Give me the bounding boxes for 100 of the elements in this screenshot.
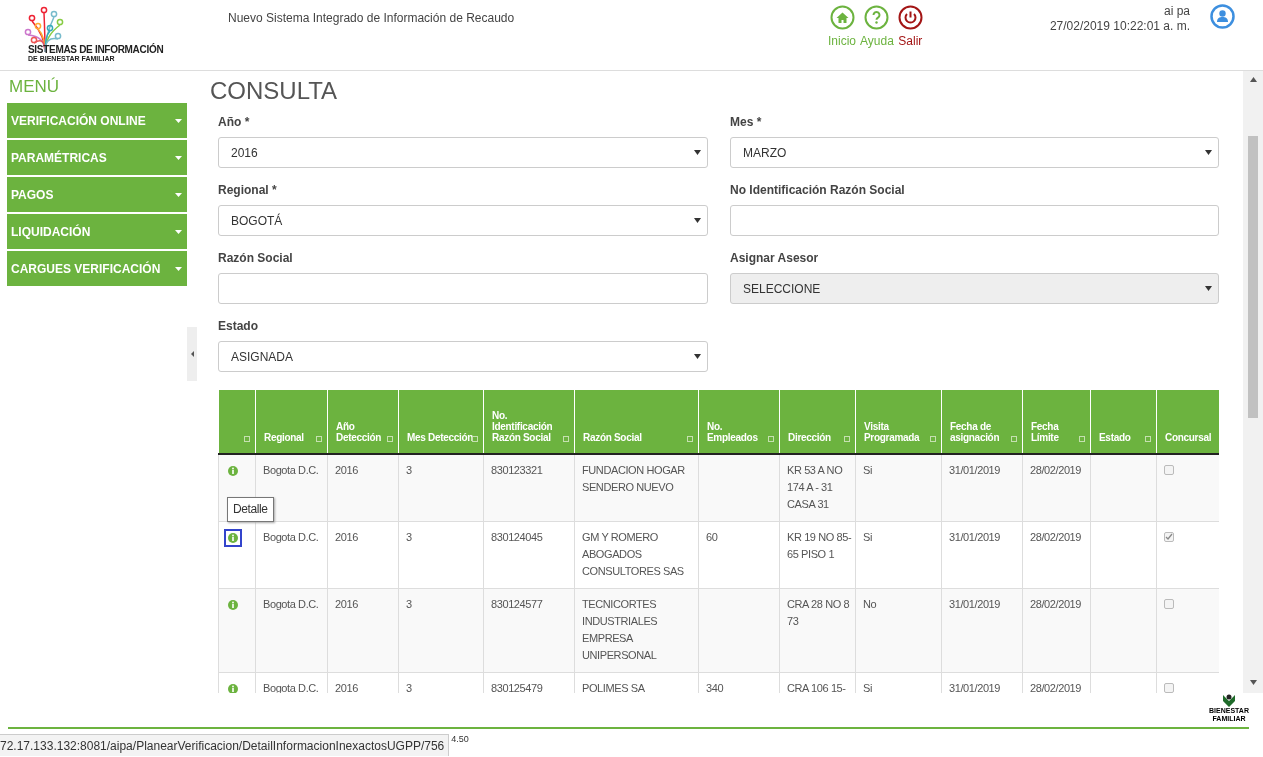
footer-text: 4.50 (451, 734, 469, 744)
table-cell: 830124577 (491, 598, 543, 610)
column-header[interactable]: Concursal (1156, 390, 1219, 454)
select-field[interactable]: MARZO (730, 137, 1219, 168)
select-field[interactable]: ASIGNADA (218, 341, 708, 372)
sort-icon[interactable] (768, 436, 774, 442)
table-cell: CRA 28 NO 8 73 (787, 598, 850, 627)
scroll-up-icon[interactable] (1249, 77, 1257, 82)
scroll-thumb[interactable] (1248, 136, 1258, 418)
caret-icon (1205, 150, 1212, 155)
user-avatar-icon[interactable] (1210, 4, 1235, 29)
column-header[interactable]: Regional (255, 390, 328, 454)
table-cell: 830124045 (491, 531, 543, 543)
menu-heading: MENÚ (8, 76, 61, 98)
nav-link[interactable]: Inicio (828, 5, 856, 48)
sort-icon[interactable] (1079, 436, 1085, 442)
nav-link[interactable]: Salir (897, 5, 923, 48)
field-label: Mes * (730, 115, 763, 129)
nav-link[interactable]: Ayuda (860, 5, 894, 48)
table-cell: Bogota D.C. (263, 531, 319, 543)
column-header[interactable]: Fecha de asignación (941, 390, 1023, 454)
input-field[interactable] (218, 273, 708, 304)
field-label: Razón Social (218, 251, 294, 265)
checkbox[interactable] (1164, 532, 1174, 542)
column-header[interactable]: Año Detección (327, 390, 399, 454)
table-cell: Si (863, 464, 872, 476)
table-cell: CRA 106 15- (787, 682, 846, 693)
sort-icon[interactable] (244, 436, 250, 442)
caret-icon (694, 218, 701, 223)
info-icon (228, 600, 238, 610)
table-cell: KR 19 NO 85-65 PISO 1 (787, 531, 852, 560)
table-cell: 3 (406, 464, 412, 476)
menu-item[interactable]: VERIFICACIÓN ONLINE (7, 103, 187, 138)
menu-item[interactable]: LIQUIDACIÓN (7, 214, 187, 249)
sort-icon[interactable] (563, 436, 569, 442)
sort-icon[interactable] (687, 436, 693, 442)
menu-item[interactable]: PAGOS (7, 177, 187, 212)
field-label: Estado (218, 319, 259, 333)
field-label: Año * (218, 115, 251, 129)
page-title: CONSULTA (210, 77, 339, 105)
checkbox[interactable] (1164, 599, 1174, 609)
caret-icon (175, 155, 182, 160)
table-cell: 28/02/2019 (1030, 682, 1082, 693)
status-url: 72.17.133.132:8081/aipa/PlanearVerificacion/DetailInformacionInexactosUGPP/756 (0, 734, 450, 756)
column-header[interactable]: Razón Social (574, 390, 699, 454)
column-header[interactable]: Visita Programada (855, 390, 942, 454)
tooltip: Detalle (227, 497, 274, 522)
table-cell: 28/02/2019 (1030, 598, 1082, 610)
column-header[interactable]: No. Identificación Razón Social (483, 390, 575, 454)
select-field[interactable]: BOGOTÁ (218, 205, 708, 236)
sort-icon[interactable] (472, 436, 478, 442)
sort-icon[interactable] (387, 436, 393, 442)
table-cell: POLIMES SA (582, 682, 645, 693)
sort-icon[interactable] (844, 436, 850, 442)
caret-icon (694, 354, 701, 359)
hands-logo-icon (1221, 693, 1237, 707)
scroll-down-icon[interactable] (1249, 680, 1257, 685)
menu-item[interactable]: PARAMÉTRICAS (7, 140, 187, 175)
column-header[interactable]: Fecha Límite (1022, 390, 1091, 454)
table-cell: 3 (406, 531, 412, 543)
table-cell: 3 (406, 598, 412, 610)
caret-icon (175, 229, 182, 234)
field-label: Asignar Asesor (730, 251, 820, 265)
table-cell: GM Y ROMERO ABOGADOS CONSULTORES SAS (582, 531, 684, 577)
info-icon (228, 533, 238, 543)
checkbox[interactable] (1164, 683, 1174, 693)
info-button[interactable] (224, 529, 242, 547)
select-field[interactable]: 2016 (218, 137, 708, 168)
date-time: 27/02/2019 10:22:01 a. m. (1049, 19, 1190, 34)
table-cell: Bogota D.C. (263, 598, 319, 610)
sort-icon[interactable] (1011, 436, 1017, 442)
column-header[interactable]: No. Empleados (698, 390, 780, 454)
table-cell: TECNICORTES INDUSTRIALES EMPRESA UNIPERSONAL (582, 598, 658, 661)
caret-icon (694, 150, 701, 155)
sort-icon[interactable] (930, 436, 936, 442)
column-header[interactable]: Dirección (779, 390, 856, 454)
table-cell: 31/01/2019 (949, 598, 1001, 610)
scrollbar[interactable] (1243, 71, 1263, 693)
logo-title: SISTEMAS DE INFORMACIÓN (28, 44, 165, 55)
power-icon (897, 5, 923, 30)
sort-icon[interactable] (316, 436, 322, 442)
table-cell: 340 (706, 682, 724, 693)
table-cell: 31/01/2019 (949, 682, 1001, 693)
table-cell: 2016 (335, 464, 358, 476)
column-header[interactable]: Estado (1090, 390, 1157, 454)
table-cell: KR 53 A NO 174 A - 31 CASA 31 (787, 464, 843, 510)
table-cell: 28/02/2019 (1030, 531, 1082, 543)
collapse-handle[interactable] (187, 327, 197, 381)
table-cell: 31/01/2019 (949, 531, 1001, 543)
sort-icon[interactable] (1145, 436, 1151, 442)
table-cell: 31/01/2019 (949, 464, 1001, 476)
system-name: Nuevo Sistema Integrado de Información de Recaudo (228, 11, 516, 25)
input-field[interactable] (730, 205, 1219, 236)
column-header[interactable] (218, 390, 256, 454)
menu-item[interactable]: CARGUES VERIFICACIÓN (7, 251, 187, 286)
checkbox[interactable] (1164, 465, 1174, 475)
table-cell: Si (863, 531, 872, 543)
field-label: No Identificación Razón Social (730, 183, 906, 197)
column-header[interactable]: Mes Detección (398, 390, 484, 454)
table-cell: Bogota D.C. (263, 464, 319, 476)
